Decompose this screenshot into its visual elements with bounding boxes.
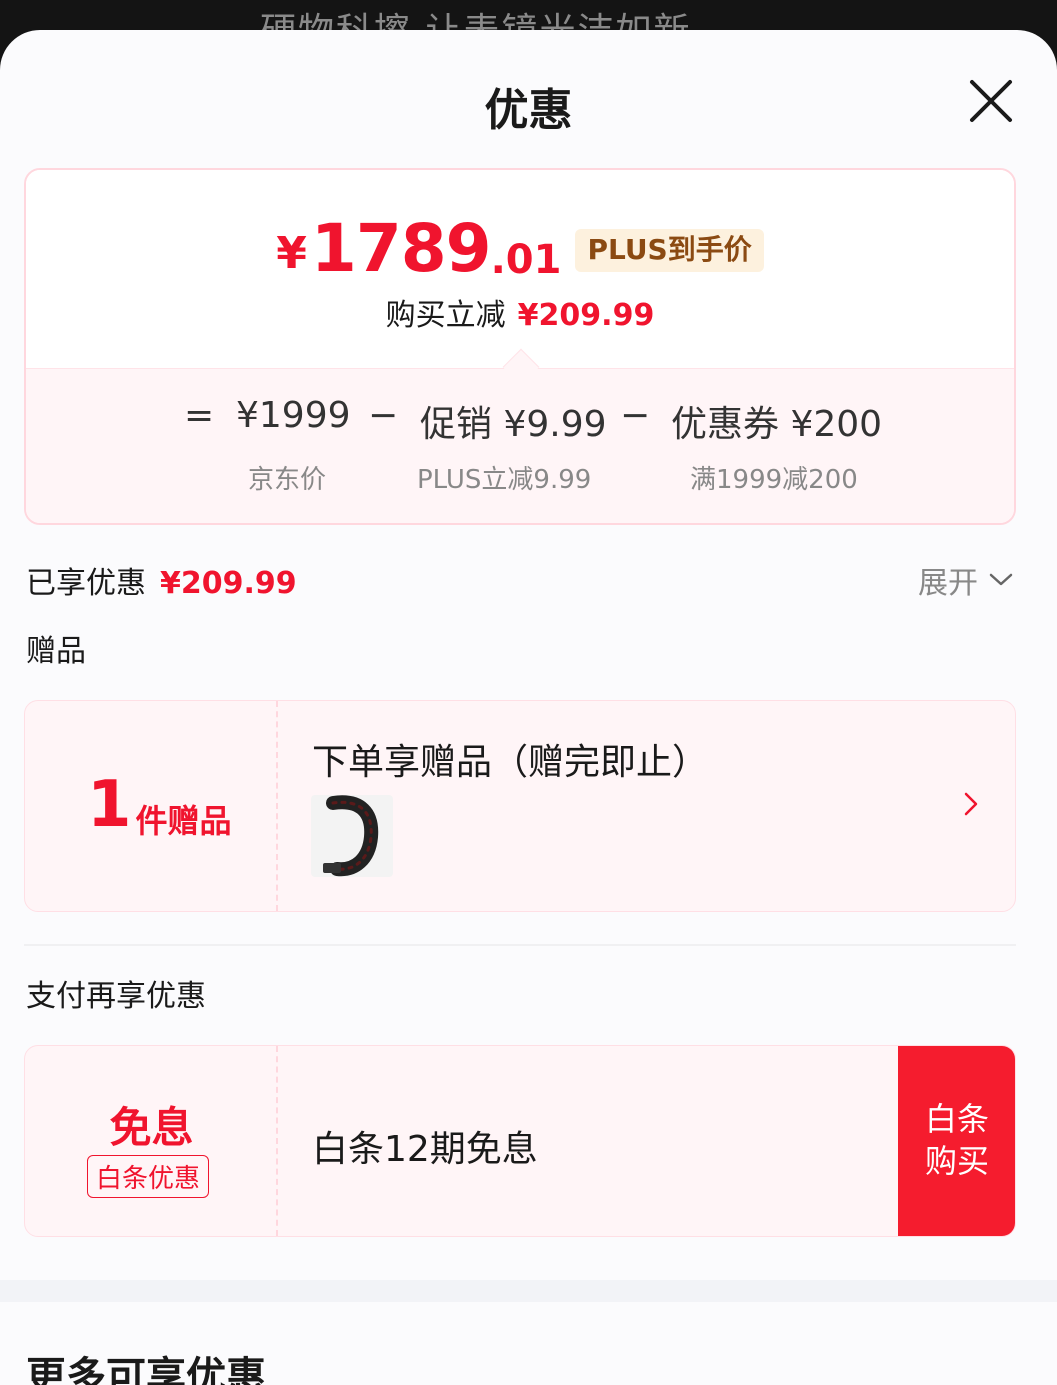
final-price-integer: 1789 bbox=[310, 210, 492, 287]
expand-button[interactable]: 展开 bbox=[918, 558, 1014, 602]
baitiao-card: 免息 白条优惠 白条12期免息 白条 购买 bbox=[24, 1045, 1016, 1237]
chevron-right-icon bbox=[964, 792, 978, 816]
enjoyed-discount-label: 已享优惠 bbox=[26, 566, 146, 601]
gift-thumbnail bbox=[311, 795, 393, 877]
baitiao-tag: 白条优惠 bbox=[87, 1155, 210, 1198]
minus-sign: − bbox=[368, 395, 399, 436]
baitiao-buy-line1: 白条 bbox=[924, 1100, 989, 1139]
instant-discount-amount: ¥209.99 bbox=[517, 298, 655, 333]
equals-sign: = bbox=[184, 395, 215, 436]
more-offers-title: 更多可享优惠 bbox=[26, 1354, 266, 1385]
gift-count: 1 件赠品 bbox=[87, 773, 232, 837]
watch-strap-image bbox=[323, 795, 379, 877]
enjoyed-discount-row: 已享优惠 ¥209.99 bbox=[26, 558, 297, 602]
enjoyed-discount-amount: ¥209.99 bbox=[160, 566, 297, 601]
jd-price-label: 京东价 bbox=[248, 465, 327, 495]
gift-count-number: 1 bbox=[87, 768, 132, 842]
currency-symbol: ¥ bbox=[276, 228, 307, 279]
expand-label: 展开 bbox=[918, 566, 978, 601]
baitiao-buy-line2: 购买 bbox=[924, 1142, 989, 1180]
jd-price-value: ¥1999 bbox=[236, 395, 351, 436]
minus-sign: − bbox=[620, 395, 651, 436]
gift-section-label: 赠品 bbox=[26, 634, 86, 669]
section-separator-band bbox=[0, 1280, 1057, 1302]
promo-value: 促销 ¥9.99 bbox=[420, 404, 607, 445]
coupon-value: 优惠券 ¥200 bbox=[671, 404, 883, 445]
price-calculation: = ¥1999 − 促销 ¥9.99 − 优惠券 ¥200 京东价 PLUS立减… bbox=[26, 368, 1014, 523]
gift-count-unit: 件赠品 bbox=[135, 802, 232, 840]
gift-count-panel: 1 件赠品 bbox=[25, 701, 278, 911]
payment-section-label: 支付再享优惠 bbox=[26, 979, 206, 1014]
final-price: ¥ 1789 .01 bbox=[276, 216, 561, 282]
section-divider bbox=[24, 944, 1016, 946]
plus-price-badge: PLUS到手价 bbox=[575, 229, 764, 272]
interest-free-label: 免息 bbox=[109, 1103, 194, 1152]
promo-label: PLUS立减9.99 bbox=[417, 465, 592, 495]
baitiao-buy-button[interactable]: 白条 购买 bbox=[898, 1046, 1015, 1236]
instant-discount-label: 购买立减 bbox=[385, 298, 506, 333]
interest-free-panel: 免息 白条优惠 bbox=[25, 1046, 278, 1236]
price-summary: ¥ 1789 .01 PLUS到手价 购买立减 ¥209.99 bbox=[26, 170, 1014, 368]
discount-sheet: 优惠 ¥ 1789 .01 PLUS到手价 购买立减 ¥209.99 = ¥199… bbox=[0, 30, 1057, 1385]
gift-title: 下单享赠品（赠完即止） bbox=[312, 742, 709, 783]
sheet-title: 优惠 bbox=[484, 85, 573, 136]
close-icon bbox=[970, 80, 1012, 122]
gift-card[interactable]: 1 件赠品 下单享赠品（赠完即止） bbox=[24, 700, 1016, 912]
final-price-decimal: .01 bbox=[490, 237, 562, 283]
coupon-label: 满1999减200 bbox=[690, 465, 858, 495]
chevron-down-icon bbox=[989, 573, 1013, 586]
instant-discount-line: 购买立减 ¥209.99 bbox=[26, 290, 1014, 334]
price-breakdown-card: ¥ 1789 .01 PLUS到手价 购买立减 ¥209.99 = ¥1999 −… bbox=[24, 168, 1016, 525]
baitiao-offer-text: 白条12期免息 bbox=[312, 1129, 538, 1170]
close-button[interactable] bbox=[962, 72, 1020, 130]
